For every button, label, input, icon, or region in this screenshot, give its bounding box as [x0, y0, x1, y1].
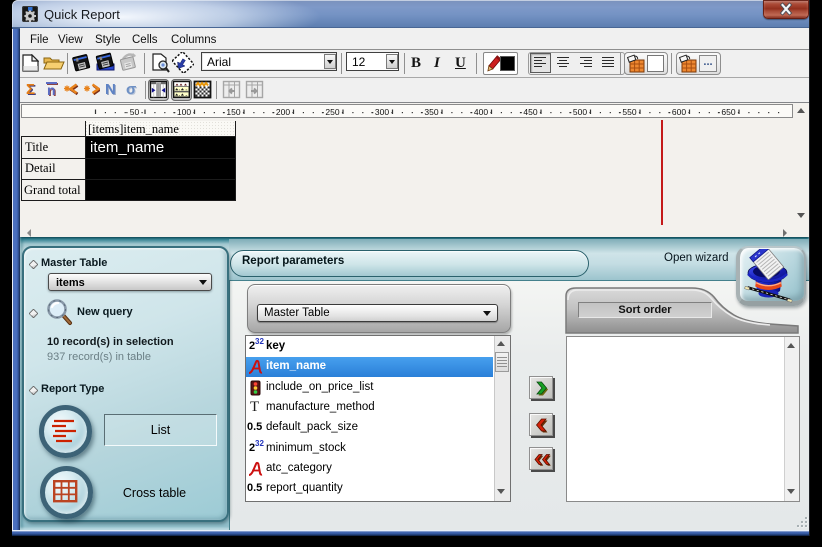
svg-text:650: 650 — [721, 107, 735, 117]
svg-text:400: 400 — [474, 107, 488, 117]
svg-text:600: 600 — [672, 107, 686, 117]
svg-text:550: 550 — [622, 107, 636, 117]
svg-text:450: 450 — [523, 107, 537, 117]
svg-text:200: 200 — [276, 107, 290, 117]
svg-text:350: 350 — [424, 107, 438, 117]
svg-text:100: 100 — [177, 107, 191, 117]
svg-text:500: 500 — [573, 107, 587, 117]
svg-text:50: 50 — [130, 107, 140, 117]
svg-text:150: 150 — [226, 107, 240, 117]
svg-text:250: 250 — [325, 107, 339, 117]
svg-text:300: 300 — [375, 107, 389, 117]
